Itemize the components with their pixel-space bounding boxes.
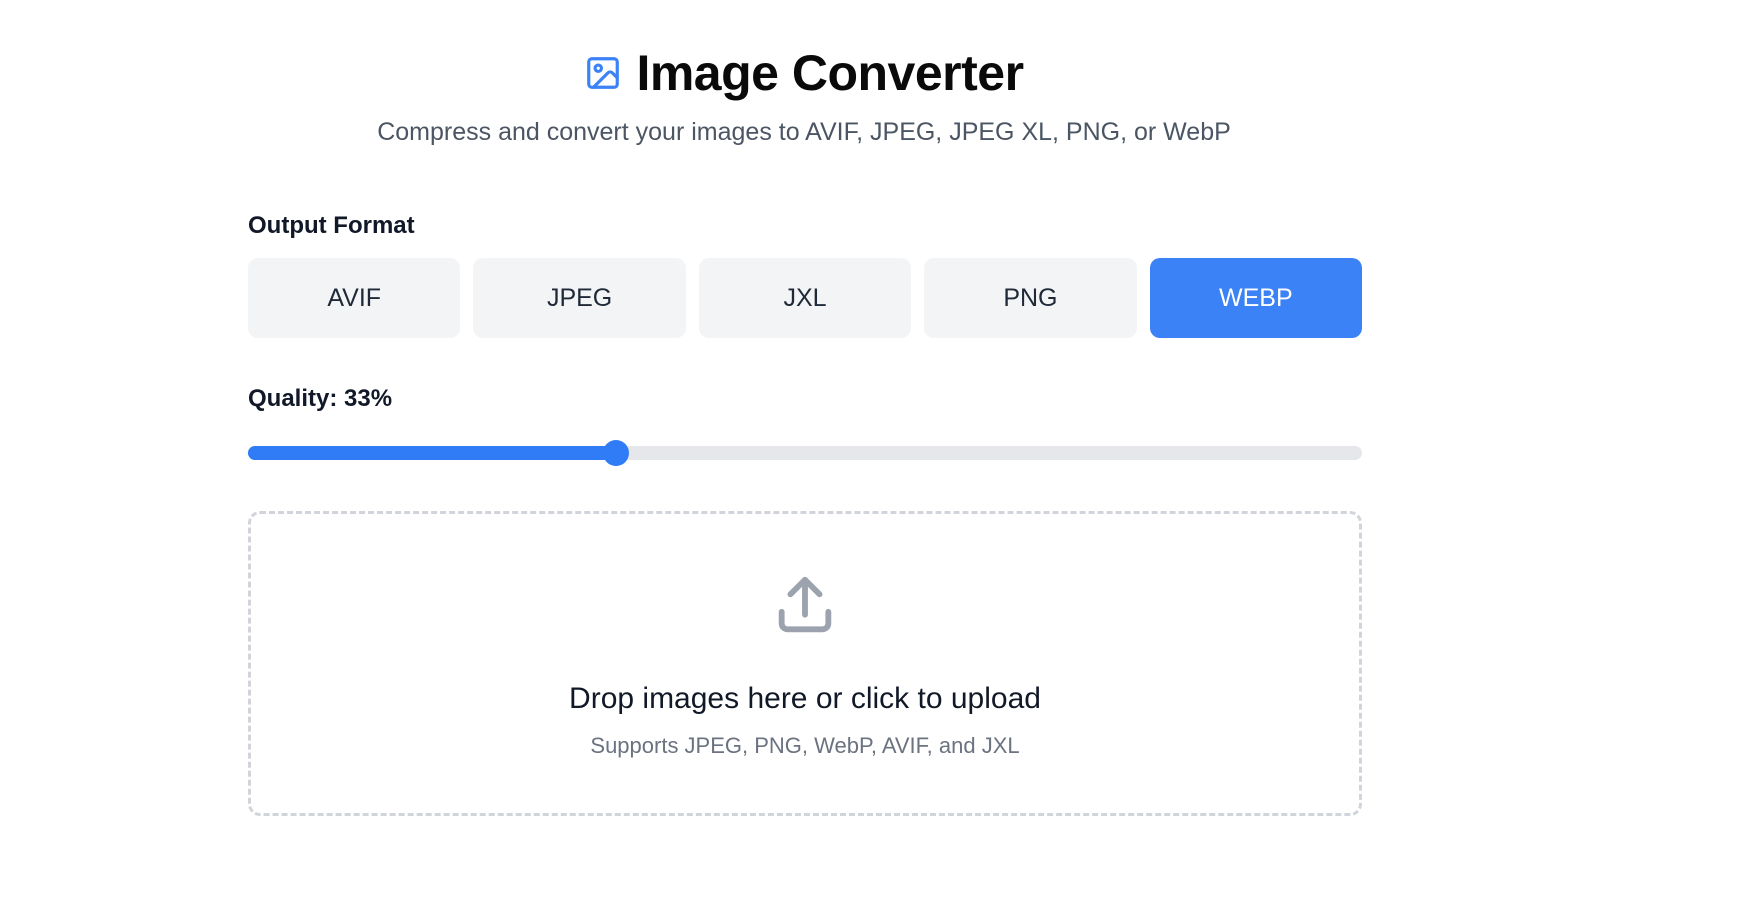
header: Image Converter [0, 44, 1608, 102]
format-button-webp[interactable]: WEBP [1149, 258, 1363, 338]
quality-label: Quality: 33% [248, 385, 393, 412]
image-icon [587, 57, 620, 89]
quality-slider-fill [248, 446, 616, 460]
format-button-jpeg[interactable]: JPEG [473, 258, 686, 338]
output-format-label: Output Format [248, 212, 415, 239]
quality-slider[interactable] [248, 440, 1362, 466]
format-button-jxl[interactable]: JXL [698, 258, 912, 338]
page-title: Image Converter [636, 45, 1024, 101]
format-button-png[interactable]: PNG [924, 258, 1137, 338]
quality-slider-thumb[interactable] [602, 440, 629, 466]
page-subtitle: Compress and convert your images to AVIF… [377, 118, 1231, 146]
format-button-avif[interactable]: AVIF [248, 258, 461, 338]
page: Image Converter Compress and convert you… [0, 0, 1758, 922]
dropzone-subtitle: Supports JPEG, PNG, WebP, AVIF, and JXL [590, 733, 1020, 758]
upload-dropzone[interactable]: Drop images here or click to upload Supp… [248, 511, 1362, 816]
format-selector: AVIF JPEG JXL PNG WEBP [248, 258, 1363, 338]
upload-icon [778, 576, 832, 633]
dropzone-title: Drop images here or click to upload [569, 682, 1041, 715]
